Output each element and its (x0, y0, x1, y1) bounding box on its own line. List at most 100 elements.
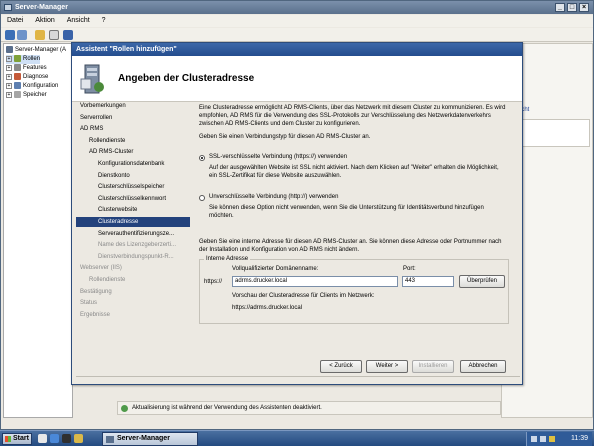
wizard-nav-item[interactable]: Serverrollen (76, 113, 190, 123)
expand-icon[interactable]: + (6, 73, 12, 80)
notification-icon[interactable] (549, 436, 555, 442)
wizard-nav-item[interactable]: Dienstkonto (76, 171, 190, 181)
start-button[interactable]: Start (2, 433, 32, 445)
toolbar (1, 28, 593, 42)
diagnose-icon (14, 73, 21, 80)
maximize-button[interactable]: □ (567, 3, 577, 12)
storage-icon (14, 91, 21, 98)
ssl-radio[interactable] (199, 155, 205, 161)
wizard-nav-item[interactable]: Serverauthentifizierungsze... (76, 229, 190, 239)
cancel-button[interactable]: Abbrechen (460, 360, 506, 373)
intro-text: Eine Clusteradresse ermöglicht AD RMS-Cl… (199, 105, 506, 127)
fqdn-input[interactable]: adrms.drucker.local (232, 276, 398, 287)
wizard-nav-item[interactable]: Ergebnisse (76, 310, 190, 320)
http-option-description: Sie können diese Option nicht verwenden,… (209, 205, 484, 219)
group-label: Interne Adresse (204, 255, 251, 263)
tree-item-diagnose[interactable]: + Diagnose (6, 73, 48, 82)
wizard-nav-item[interactable]: Clusterschlüsselkennwort (76, 194, 190, 204)
menu-view[interactable]: Ansicht (67, 17, 90, 24)
tree-item-server-manager[interactable]: Server-Manager (A (6, 46, 66, 55)
volume-icon[interactable] (540, 436, 546, 442)
wizard-nav-item[interactable]: Vorbemerkungen (76, 101, 190, 111)
wizard-nav-item[interactable]: Clusterwebsite (76, 205, 190, 215)
tree-item-configuration[interactable]: + Konfiguration (6, 82, 58, 91)
wizard-nav-item[interactable]: Dienstverbindungspunkt-R... (76, 252, 190, 262)
expand-icon[interactable]: + (6, 91, 12, 98)
wizard-nav-item[interactable]: Status (76, 298, 190, 308)
window-title: Server-Manager (15, 4, 68, 11)
wizard-title: Assistent "Rollen hinzufügen" (76, 46, 177, 53)
protocol-label: https:// (204, 279, 223, 285)
tree-item-storage[interactable]: + Speicher (6, 91, 47, 100)
preview-address: https://adrms.drucker.local (232, 305, 303, 311)
taskbar: Start Server-Manager 11:39 (0, 430, 594, 446)
status-text: Aktualisierung ist während der Verwendun… (132, 405, 322, 411)
wizard-nav-item[interactable]: Name des Lizenzgeberzerti... (76, 240, 190, 250)
back-button[interactable]: < Zurück (320, 360, 362, 373)
wizard-nav-item[interactable]: Bestätigung (76, 287, 190, 297)
http-option-label[interactable]: Unverschlüsselte Verbindung (http://) ve… (209, 193, 517, 201)
console-tree: Server-Manager (A + Rollen + Features + Dia… (3, 43, 73, 418)
wizard-nav-item[interactable]: Clusterschlüsselspeicher (76, 182, 190, 192)
console-tree-icon[interactable] (49, 30, 59, 40)
show-desktop-icon[interactable] (38, 434, 47, 443)
taskbar-server-manager[interactable]: Server-Manager (102, 432, 198, 446)
wizard-nav: Vorbemerkungen Serverrollen AD RMS Rollendi… (76, 101, 190, 375)
status-bar: Aktualisierung ist während der Verwendun… (117, 401, 501, 415)
server-manager-icon (4, 4, 12, 11)
port-input[interactable]: 443 (402, 276, 454, 287)
forward-arrow-icon[interactable] (17, 30, 27, 40)
back-arrow-icon[interactable] (5, 30, 15, 40)
refresh-icon (121, 405, 128, 412)
port-label: Port: (403, 266, 416, 272)
wizard-nav-item[interactable]: AD RMS (76, 124, 190, 134)
system-tray: 11:39 (526, 432, 592, 446)
next-button[interactable]: Weiter > (366, 360, 408, 373)
expand-icon[interactable]: + (6, 64, 12, 71)
verify-button[interactable]: Überprüfen (459, 275, 505, 288)
connection-type-text: Geben Sie einen Verbindungstyp für diese… (199, 134, 371, 140)
add-roles-wizard: Assistent "Rollen hinzufügen" Angeben de… (71, 42, 523, 385)
wizard-content: Eine Clusteradresse ermöglicht AD RMS-Cl… (199, 104, 513, 374)
wizard-nav-item[interactable]: Clusteradresse (76, 217, 190, 227)
expand-icon[interactable]: + (6, 82, 12, 89)
network-icon[interactable] (531, 436, 537, 442)
help-icon[interactable] (63, 30, 73, 40)
server-icon (6, 46, 13, 53)
title-bar: Server-Manager _ □ × (1, 1, 593, 14)
wizard-header: Angeben der Clusteradresse (72, 56, 522, 102)
install-button[interactable]: Installieren (412, 360, 454, 373)
features-icon (14, 64, 21, 71)
wizard-nav-item[interactable]: Konfigurationsdatenbank (76, 159, 190, 169)
wizard-nav-item[interactable]: Rollendienste (76, 136, 190, 146)
menu-action[interactable]: Aktion (35, 17, 54, 24)
clock: 11:39 (571, 435, 588, 442)
windows-logo-icon (5, 436, 11, 442)
close-button[interactable]: × (579, 3, 589, 12)
tree-item-roles[interactable]: + Rollen (6, 55, 41, 64)
wizard-nav-item[interactable]: Rollendienste (76, 275, 190, 285)
page-title: Angeben der Clusteradresse (118, 73, 255, 84)
server-roles-icon (80, 64, 104, 94)
button-separator (76, 376, 520, 377)
powershell-icon[interactable] (62, 434, 71, 443)
internal-address-group: Interne Adresse Vollqualifizierter Domän… (199, 255, 509, 324)
ssl-option-label[interactable]: SSL-verschlüsselte Verbindung (https://)… (209, 153, 517, 161)
menu-file[interactable]: Datei (7, 17, 23, 24)
fqdn-label: Vollqualifizierter Domänenname: (232, 266, 319, 272)
minimize-button[interactable]: _ (555, 3, 565, 12)
menu-bar: Datei Aktion Ansicht ? (1, 15, 593, 27)
server-manager-quicklaunch-icon[interactable] (50, 434, 59, 443)
menu-help[interactable]: ? (102, 17, 106, 24)
tree-item-features[interactable]: + Features (6, 64, 47, 73)
explorer-icon[interactable] (74, 434, 83, 443)
wizard-nav-item[interactable]: Webserver (IIS) (76, 263, 190, 273)
folder-up-icon[interactable] (35, 30, 45, 40)
roles-icon (14, 55, 21, 62)
wizard-nav-item[interactable]: AD RMS-Cluster (76, 147, 190, 157)
configuration-icon (14, 82, 21, 89)
internal-address-info: Geben Sie eine interne Adresse für diese… (199, 239, 502, 253)
expand-icon[interactable]: + (6, 55, 12, 62)
http-radio[interactable] (199, 195, 205, 201)
preview-label: Vorschau der Clusteradresse für Clients … (232, 293, 375, 299)
